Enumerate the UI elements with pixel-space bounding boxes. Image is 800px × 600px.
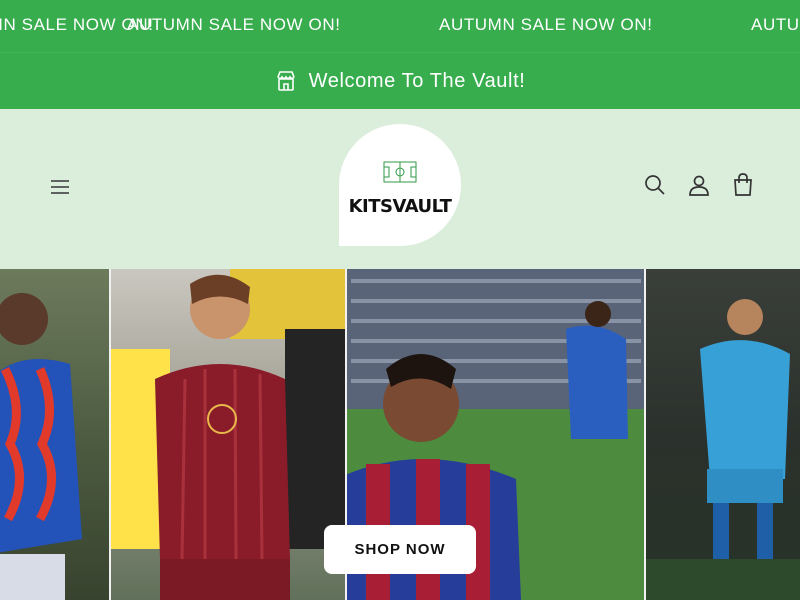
- welcome-text: Welcome To The Vault!: [308, 69, 526, 92]
- shop-now-button[interactable]: SHOP NOW: [324, 525, 476, 574]
- hero-banner[interactable]: SHOP NOW: [0, 269, 800, 600]
- account-button[interactable]: [688, 175, 710, 199]
- search-icon: [644, 174, 666, 201]
- menu-button[interactable]: [46, 175, 74, 203]
- cart-button[interactable]: [732, 172, 754, 202]
- pitch-logo-icon: [383, 161, 417, 188]
- welcome-bar: Welcome To The Vault!: [0, 52, 800, 109]
- site-header: KITSVAULT: [0, 109, 800, 269]
- logo-text: KITSVAULT: [348, 196, 452, 217]
- hamburger-menu-icon: [50, 179, 70, 200]
- header-actions: [644, 172, 754, 202]
- site-logo[interactable]: KITSVAULT: [339, 124, 461, 246]
- marquee-item: AUTUMN SALE NOW ON!: [127, 15, 341, 34]
- hero-image-player-4: [645, 269, 800, 600]
- announcement-marquee: AUTUMN SALE NOW ON! AUTUMN SALE NOW ON! …: [0, 0, 800, 52]
- search-button[interactable]: [644, 174, 666, 201]
- marquee-item: AUTUMN SALE NOW ON!: [439, 15, 653, 34]
- hero-image-player-2: [110, 269, 346, 600]
- marquee-item: AUTUMN SALE NOW ON!: [751, 15, 800, 34]
- collage-divider: [644, 269, 646, 600]
- cart-icon: [732, 172, 754, 202]
- store-icon: [275, 70, 297, 92]
- hero-image-player-1: [0, 269, 110, 600]
- collage-divider: [109, 269, 111, 600]
- account-icon: [688, 174, 710, 201]
